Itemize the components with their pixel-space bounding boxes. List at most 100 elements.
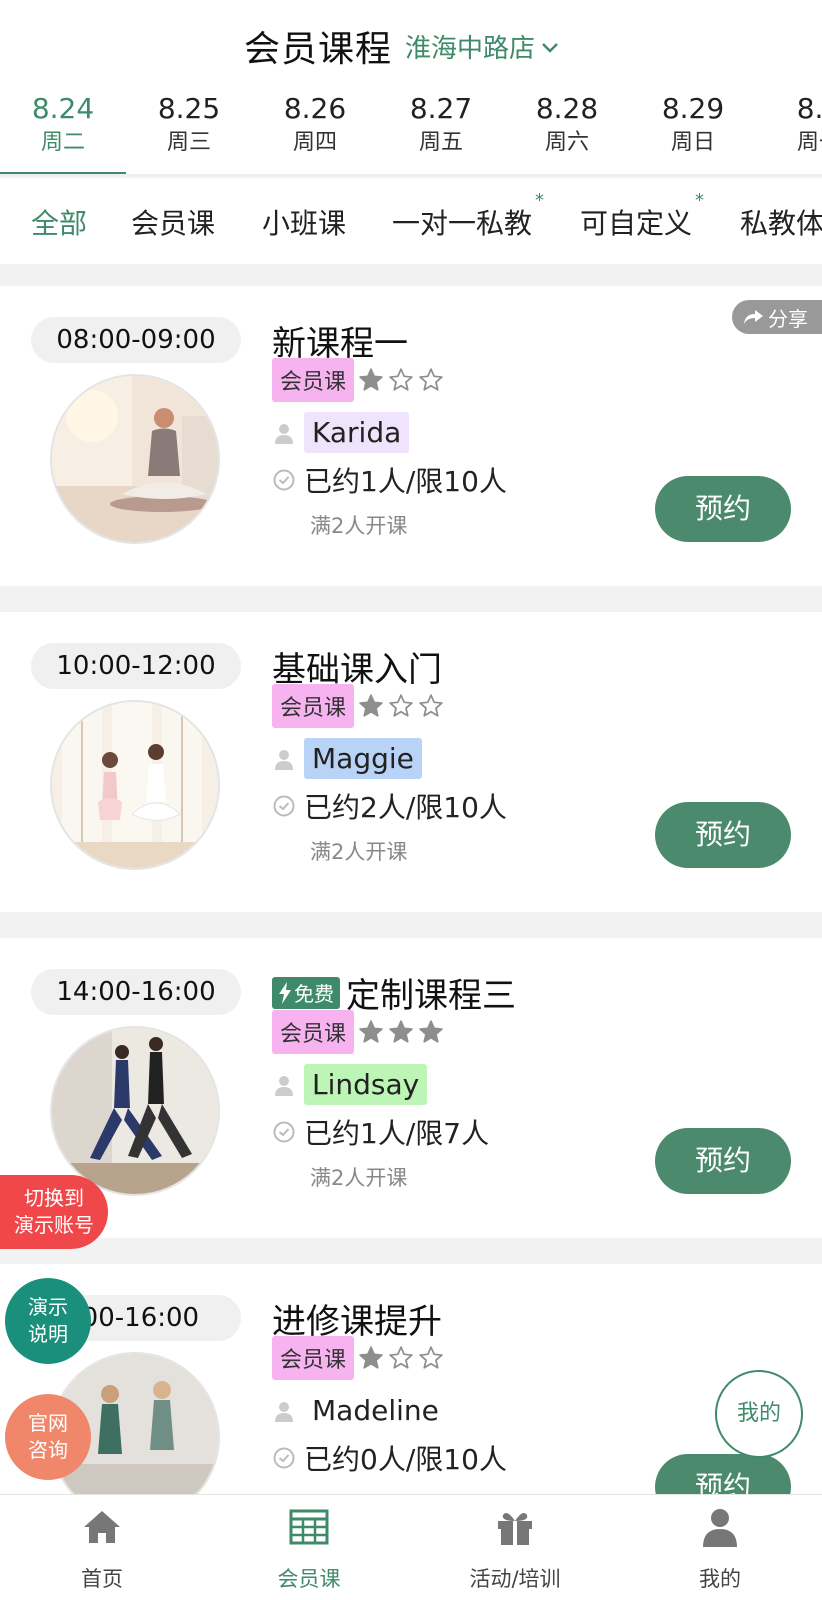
person-icon [275,423,293,444]
weekday-label: 周六 [544,130,589,155]
demo-explain-button[interactable]: 演示 说明 [5,1278,91,1364]
date-selector: 8.24 周二 8.25 周三 8.26 周四 8.27 周五 8.28 周六 … [0,86,822,176]
tab-customizable[interactable]: 可自定义 * [580,190,704,242]
coach-name[interactable]: Maggie [304,738,422,779]
date-label: 8.25 [157,92,221,125]
chevron-down-icon [542,42,558,53]
course-type-tag: 会员课 [272,358,355,402]
tab-private-1on1[interactable]: 一对一私教 * [392,190,544,242]
official-site-button[interactable]: 官网 咨询 [5,1394,91,1480]
tab-mine[interactable]: 我的 [630,1505,810,1593]
page-title: 会员课程 [244,29,393,70]
date-tab[interactable]: 8.25 周三 [126,90,252,158]
grid-icon [289,1509,329,1545]
star-filled-icon [389,1020,413,1043]
star-outline-icon [389,1346,413,1369]
booking-row: 已约2人/限10人 [272,786,507,826]
active-date-indicator [0,172,126,174]
course-type-tag: 会员课 [272,1010,355,1054]
course-tags: 会员课 [272,358,444,402]
float-line: 切换到 [24,1186,84,1210]
switch-demo-account-button[interactable]: 切换到 演示账号 [0,1175,108,1249]
course-card: :00-16:00 进修课提升 会员课 Madeline 已约0人/限10人 预… [0,1264,822,1522]
star-filled-icon [359,1020,383,1043]
min-open-note: 满2人开课 [310,1166,408,1190]
tab-member-class[interactable]: 会员课 [219,1505,399,1593]
tab-label: 全部 [31,207,88,240]
coach-name[interactable]: Lindsay [304,1064,428,1105]
star-filled-icon [359,368,383,391]
course-image[interactable] [50,700,220,870]
booking-count: 已约1人/限7人 [304,1117,490,1150]
tab-label: 一对一私教 [392,207,533,240]
star-outline-icon [419,368,443,391]
date-label: 8.27 [409,92,473,125]
difficulty-stars [358,367,444,393]
weekday-label: 周四 [292,130,337,155]
date-tab[interactable]: 8.3 周一 [756,90,822,158]
user-icon [703,1509,737,1547]
date-label: 8.3 [796,92,822,125]
tab-private-trial[interactable]: 私教体 [740,202,822,242]
difficulty-stars [358,1345,444,1371]
date-tab[interactable]: 8.24 周二 [0,90,126,158]
category-tabs: 全部 会员课 小班课 一对一私教 * 可自定义 * 私教体 [0,178,822,264]
date-label: 8.24 [31,92,95,125]
store-selector[interactable]: 淮海中路店 [405,28,559,65]
booking-count: 已约1人/限10人 [304,465,507,498]
reserve-button[interactable]: 预约 [655,1128,791,1194]
store-name: 淮海中路店 [405,34,536,64]
check-circle-icon [273,795,295,817]
free-label: 免费 [294,982,334,1006]
booking-row: 已约0人/限10人 [272,1438,507,1478]
share-label: 分享 [768,306,808,331]
tab-label: 会员课 [131,207,216,240]
check-circle-icon [273,469,295,491]
float-mine-button[interactable]: 我的 [715,1370,803,1458]
check-circle-icon [273,1121,295,1143]
booking-count: 已约0人/限10人 [304,1443,507,1476]
date-label: 8.28 [535,92,599,125]
coach-row: Karida [272,412,410,453]
app-root: 会员课程 淮海中路店 8.24 周二 8.25 周三 8.26 周四 8.27 … [0,0,822,1600]
tab-all[interactable]: 全部 [31,202,87,242]
float-line: 官网 [28,1411,68,1435]
reserve-button[interactable]: 预约 [655,476,791,542]
date-tab[interactable]: 8.28 周六 [504,90,630,158]
person-icon [275,1075,293,1096]
lightning-icon [279,981,291,1004]
course-card: 10:00-12:00 基础课入门 会员课 Maggie 已约2人/限10人 满… [0,612,822,912]
tab-label: 小班课 [262,207,347,240]
coach-name[interactable]: Karida [304,412,410,453]
share-icon [744,310,763,324]
course-image[interactable] [50,1026,220,1196]
float-line: 咨询 [28,1438,68,1462]
min-open-note: 满2人开课 [310,840,408,864]
star-filled-icon [419,1020,443,1043]
tab-small-class[interactable]: 小班课 [262,202,346,242]
tab-activity[interactable]: 活动/培训 [425,1505,605,1593]
difficulty-stars [358,693,444,719]
tab-label: 私教体 [740,207,822,240]
course-image[interactable] [50,374,220,544]
coach-name[interactable]: Madeline [304,1390,447,1431]
weekday-label: 周三 [166,130,211,155]
date-tab[interactable]: 8.29 周日 [630,90,756,158]
star-outline-icon [389,694,413,717]
tab-label: 首页 [81,1567,123,1591]
star-outline-icon [419,1346,443,1369]
tab-member-class[interactable]: 会员课 [131,202,215,242]
difficulty-stars [358,1019,444,1045]
float-line: 说明 [28,1322,68,1346]
course-time: 10:00-12:00 [31,643,241,689]
date-tab[interactable]: 8.27 周五 [378,90,504,158]
float-line: 演示账号 [14,1213,94,1237]
page-header: 会员课程 淮海中路店 [0,0,822,86]
tab-home[interactable]: 首页 [12,1505,192,1593]
free-badge: 免费 [272,976,340,1009]
weekday-label: 周一 [796,130,822,155]
share-button[interactable]: 分享 [732,300,822,334]
gift-icon [498,1513,532,1545]
date-tab[interactable]: 8.26 周四 [252,90,378,158]
reserve-button[interactable]: 预约 [655,802,791,868]
